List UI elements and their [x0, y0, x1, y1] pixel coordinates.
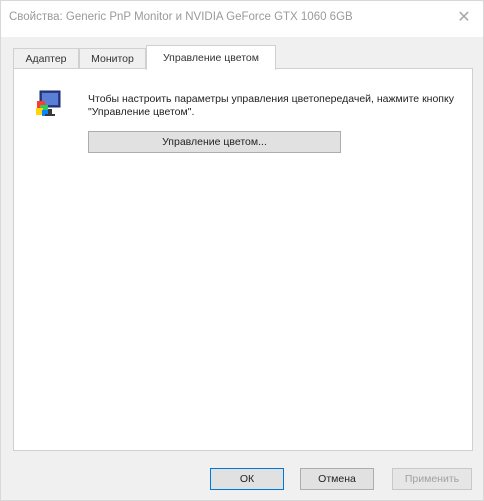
close-button[interactable]: ✕ — [443, 1, 483, 33]
tab-panel-color-management: Чтобы настроить параметры управления цве… — [13, 68, 473, 451]
close-icon: ✕ — [457, 9, 471, 26]
title-bar: Свойства: Generic PnP Monitor и NVIDIA G… — [1, 1, 483, 37]
cancel-button[interactable]: Отмена — [300, 468, 374, 490]
color-management-button[interactable]: Управление цветом... — [88, 131, 341, 153]
ok-button[interactable]: ОК — [210, 468, 284, 490]
tab-strip: Адаптер Монитор Управление цветом — [13, 45, 473, 70]
color-management-description: Чтобы настроить параметры управления цве… — [88, 93, 454, 118]
tab-monitor[interactable]: Монитор — [79, 48, 146, 68]
apply-button[interactable]: Применить — [392, 468, 472, 490]
tab-color-management[interactable]: Управление цветом — [146, 45, 276, 70]
properties-dialog: Свойства: Generic PnP Monitor и NVIDIA G… — [0, 0, 484, 501]
window-title: Свойства: Generic PnP Monitor и NVIDIA G… — [9, 11, 353, 23]
color-management-monitor-icon — [36, 90, 61, 116]
tab-adapter[interactable]: Адаптер — [13, 48, 79, 68]
